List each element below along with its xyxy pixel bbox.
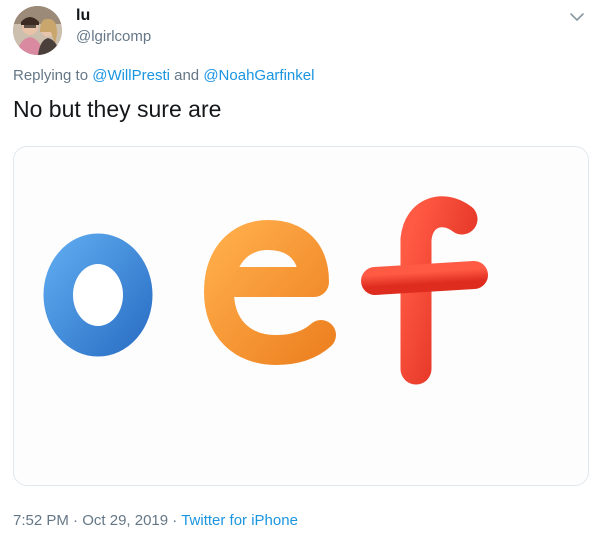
letter-d xyxy=(43,172,156,366)
reply-context: Replying to @WillPresti and @NoahGarfink… xyxy=(13,67,314,84)
reply-conjunction: and xyxy=(174,67,200,84)
letter-f xyxy=(361,196,488,385)
meta-separator-1: · xyxy=(73,512,79,529)
chevron-down-icon[interactable] xyxy=(568,8,586,26)
tweet-time[interactable]: 7:52 PM xyxy=(13,512,69,529)
mention-link-1[interactable]: @WillPresti xyxy=(92,67,170,84)
def-letters-image xyxy=(43,172,488,385)
letter-e xyxy=(204,220,336,365)
media-image[interactable] xyxy=(13,146,589,486)
reply-prefix: Replying to xyxy=(13,67,89,84)
avatar-photo xyxy=(13,6,62,55)
tweet-metadata: 7:52 PM · Oct 29, 2019 · Twitter for iPh… xyxy=(13,512,298,529)
display-name[interactable]: lu xyxy=(76,7,90,25)
tweet-date[interactable]: Oct 29, 2019 xyxy=(82,512,168,529)
tweet: lu @lgirlcomp Replying to @WillPresti an… xyxy=(0,0,600,543)
tweet-text: No but they sure are xyxy=(13,96,222,122)
tweet-source-link[interactable]: Twitter for iPhone xyxy=(181,512,298,529)
mention-link-2[interactable]: @NoahGarfinkel xyxy=(203,67,314,84)
user-handle[interactable]: @lgirlcomp xyxy=(76,28,151,45)
avatar[interactable] xyxy=(13,6,62,55)
meta-separator-2: · xyxy=(172,512,178,529)
